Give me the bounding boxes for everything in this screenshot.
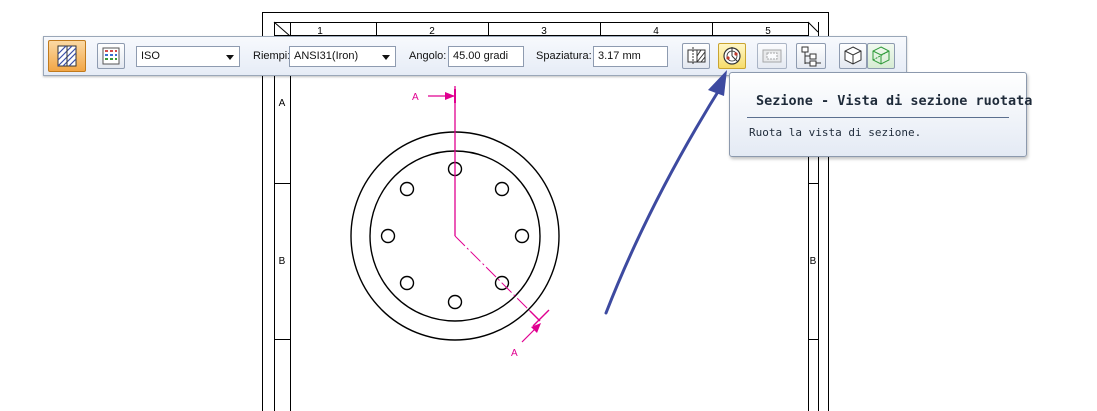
annotation-arrow-line <box>604 80 726 315</box>
annotation-arrow <box>604 70 727 315</box>
annotation-arrow-head <box>708 70 727 96</box>
